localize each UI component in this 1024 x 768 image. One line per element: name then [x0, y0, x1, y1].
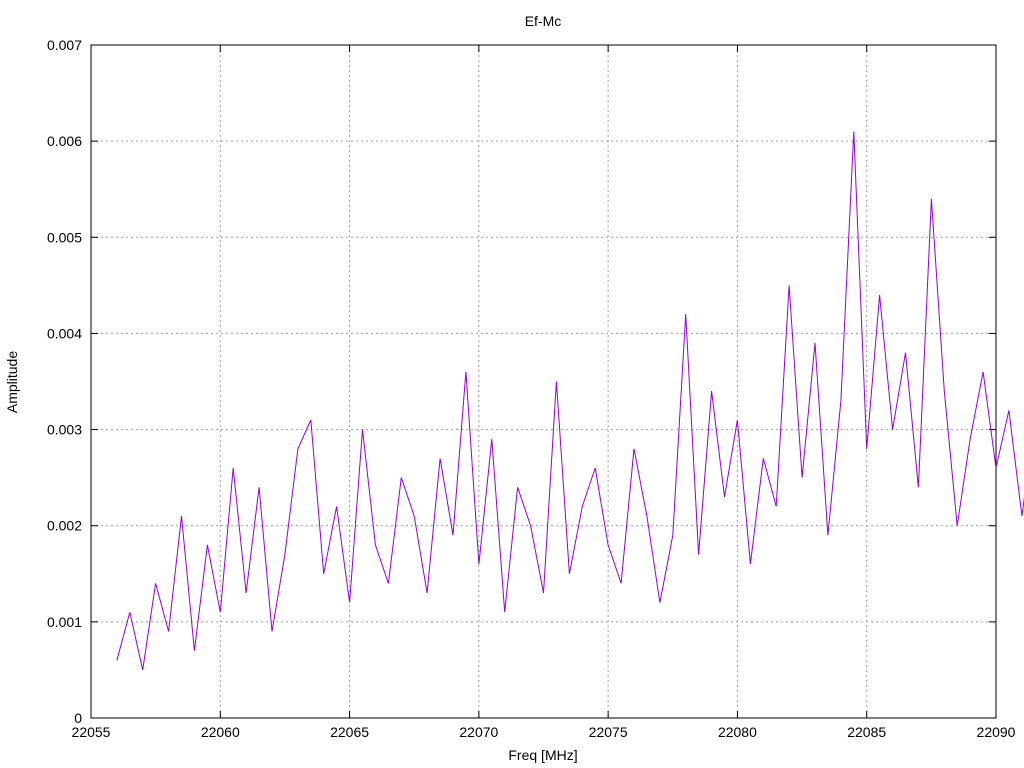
x-tick-label: 22070: [459, 724, 498, 740]
series-lines: [116, 131, 1024, 671]
y-tick-label: 0.003: [47, 422, 82, 438]
series-line: [116, 131, 1024, 671]
chart-title: Ef-Mc: [525, 13, 562, 29]
y-tick-label: 0.006: [47, 133, 82, 149]
y-tick-labels: 0 0.001 0.002 0.003 0.004 0.005 0.006 0.007: [47, 37, 82, 726]
x-axis-title: Freq [MHz]: [508, 747, 577, 763]
y-tick-label: 0.001: [47, 614, 82, 630]
axis-ticks: [90, 44, 997, 719]
chart: 22055 22060 22065 22070 22075 22080 22085 22090…: [4, 13, 1024, 763]
x-tick-label: 22090: [977, 724, 1016, 740]
x-tick-labels: 22055 22060 22065 22070 22075 22080 22085 22090: [72, 724, 1016, 740]
x-tick-label: 22060: [201, 724, 240, 740]
y-tick-label: 0: [74, 710, 82, 726]
y-tick-label: 0.004: [47, 325, 82, 341]
grid-lines: [91, 45, 996, 718]
plot-frame: [90, 44, 997, 719]
x-tick-label: 22055: [72, 724, 111, 740]
x-tick-label: 22080: [718, 724, 757, 740]
y-tick-label: 0.007: [47, 37, 82, 53]
x-tick-label: 22075: [589, 724, 628, 740]
x-tick-label: 22065: [330, 724, 369, 740]
y-axis-title: Amplitude: [4, 351, 20, 413]
y-tick-label: 0.002: [47, 518, 82, 534]
x-tick-label: 22085: [847, 724, 886, 740]
y-tick-label: 0.005: [47, 229, 82, 245]
